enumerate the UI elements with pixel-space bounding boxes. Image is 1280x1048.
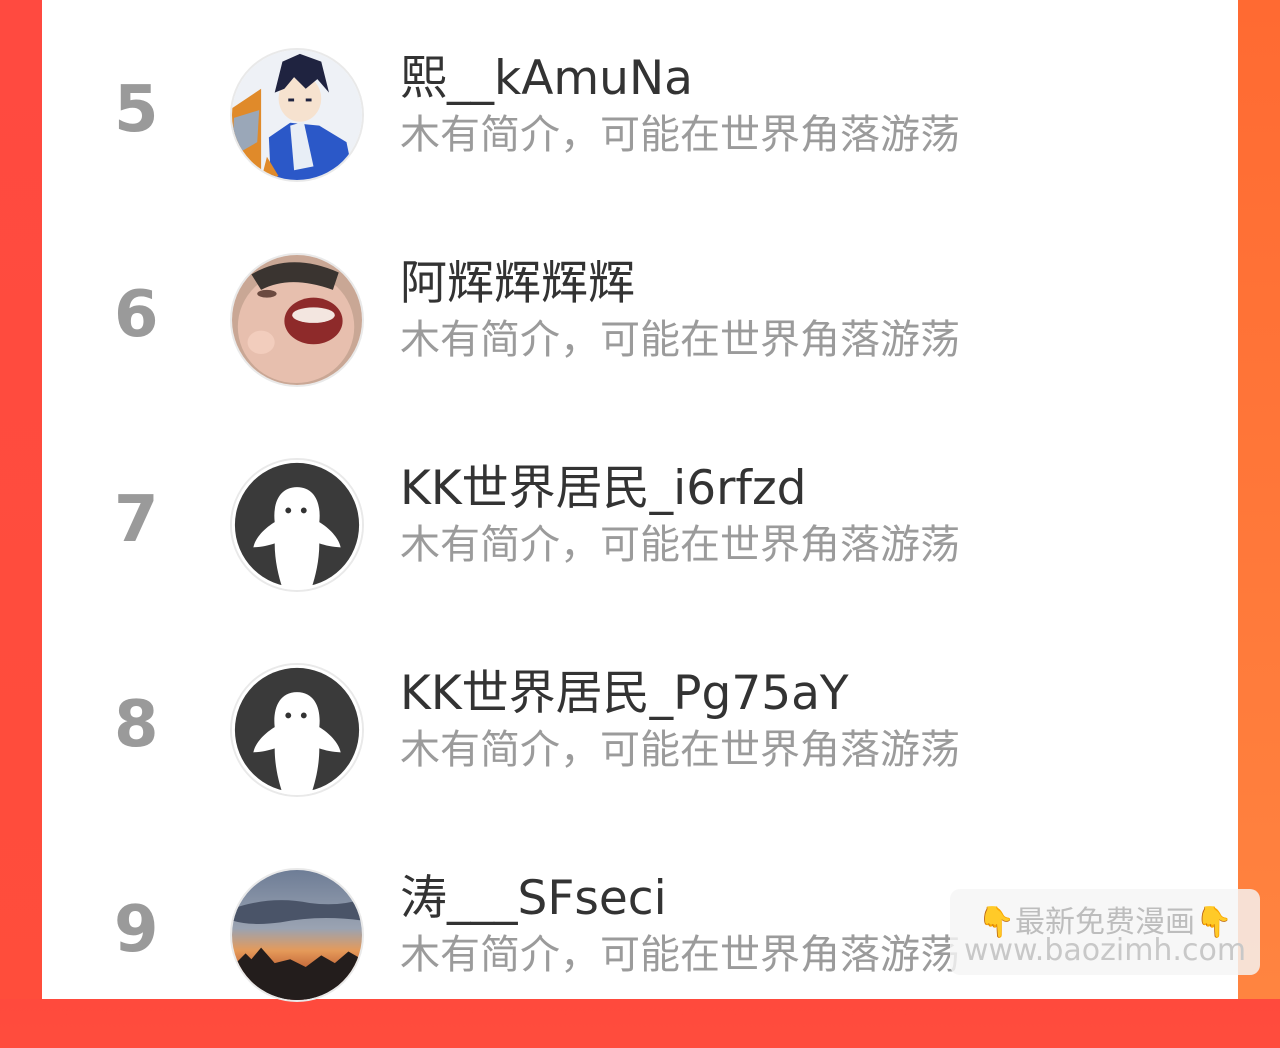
site-watermark[interactable]: 👇最新免费漫画👇 www.baozimh.com — [950, 889, 1260, 975]
right-border — [1238, 0, 1280, 999]
anime-character-avatar[interactable] — [230, 48, 364, 182]
watermark-url[interactable]: www.baozimh.com — [958, 933, 1252, 968]
rank-number: 7 — [114, 483, 159, 557]
user-name[interactable]: 熙__kAmuNa — [400, 51, 693, 106]
rank-number: 5 — [114, 73, 159, 147]
default-ghost-avatar[interactable] — [230, 458, 364, 592]
ranking-row[interactable]: 6 阿辉辉辉辉 木有简介，可能在世界角落游荡 — [42, 253, 1238, 433]
ranking-row[interactable]: 7 KK世界居民_i6rfzd 木有简介，可能在世界角落游荡 — [42, 458, 1238, 638]
laughing-child-avatar[interactable] — [230, 253, 364, 387]
user-name[interactable]: 涛___SFseci — [400, 871, 667, 926]
ranking-list: 5 熙__kAmuNa 木有简介，可能在世界角落游荡 6 阿辉辉辉辉 木有简介，… — [42, 0, 1238, 1002]
user-bio: 木有简介，可能在世界角落游荡 — [400, 727, 960, 773]
user-bio: 木有简介，可能在世界角落游荡 — [400, 522, 960, 568]
user-bio: 木有简介，可能在世界角落游荡 — [400, 932, 960, 978]
default-ghost-avatar[interactable] — [230, 663, 364, 797]
sunset-sky-avatar[interactable] — [230, 868, 364, 1002]
user-bio: 木有简介，可能在世界角落游荡 — [400, 112, 960, 158]
ranking-row[interactable]: 8 KK世界居民_Pg75aY 木有简介，可能在世界角落游荡 — [42, 663, 1238, 843]
user-name[interactable]: KK世界居民_Pg75aY — [400, 666, 849, 721]
user-bio: 木有简介，可能在世界角落游荡 — [400, 317, 960, 363]
rank-number: 9 — [114, 893, 159, 967]
user-name[interactable]: KK世界居民_i6rfzd — [400, 461, 806, 516]
rank-number: 8 — [114, 688, 159, 762]
ranking-row[interactable]: 5 熙__kAmuNa 木有简介，可能在世界角落游荡 — [42, 48, 1238, 228]
left-border — [0, 0, 42, 999]
user-name[interactable]: 阿辉辉辉辉 — [400, 256, 635, 311]
rank-number: 6 — [114, 278, 159, 352]
